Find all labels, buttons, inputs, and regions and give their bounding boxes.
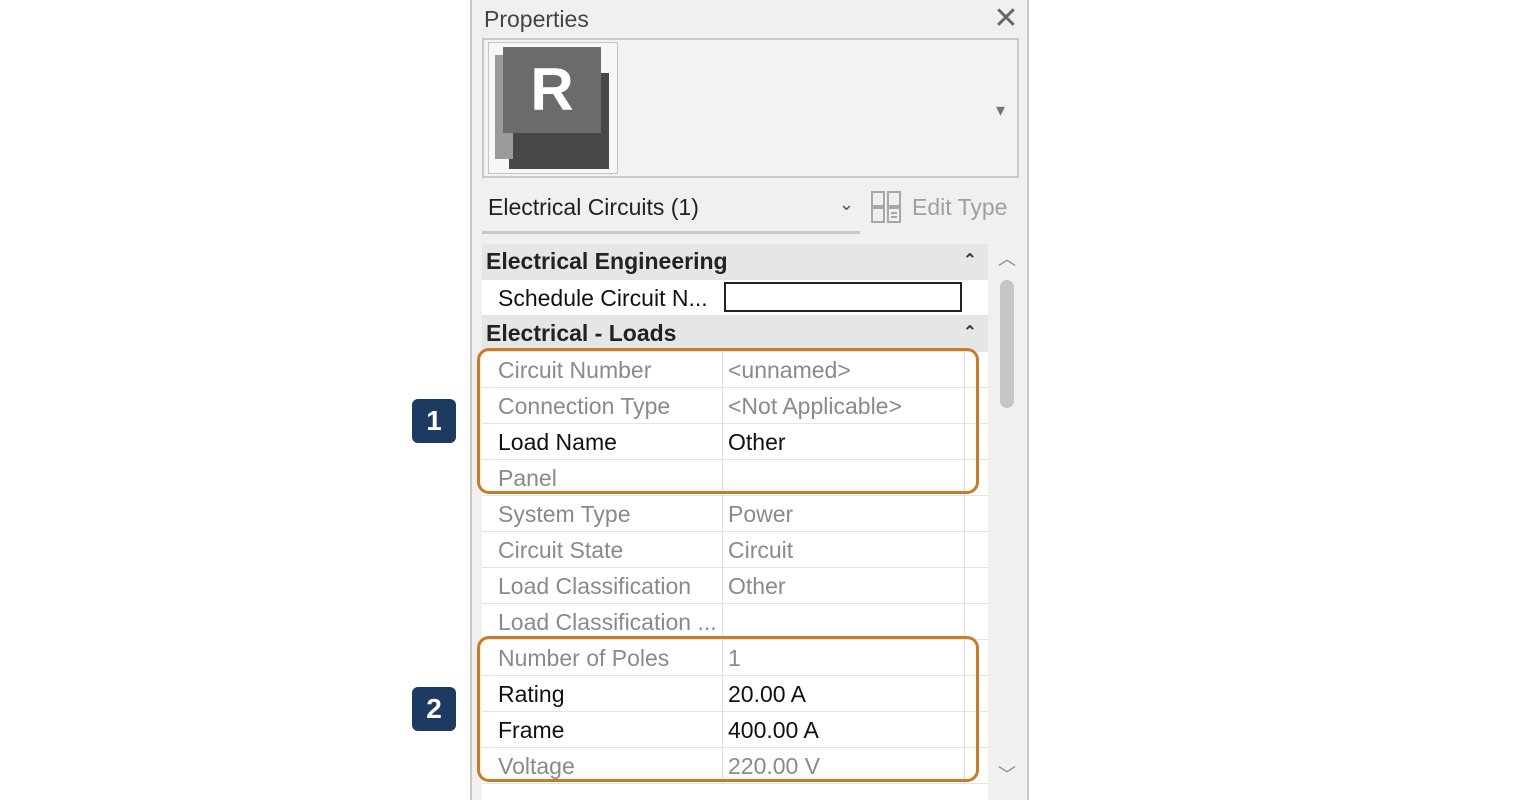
- collapse-icon[interactable]: ⌃: [960, 250, 980, 274]
- property-row-system-type[interactable]: System Type Power: [482, 496, 988, 532]
- panel-title: Properties: [484, 6, 589, 32]
- edit-type-label: Edit Type: [912, 194, 1008, 220]
- scroll-up-icon[interactable]: ︿: [992, 244, 1022, 274]
- group-label: Electrical - Loads: [486, 320, 677, 346]
- property-name: Load Classification ...: [498, 609, 717, 635]
- divider: [964, 604, 965, 640]
- scroll-down-icon[interactable]: ﹀: [992, 760, 1022, 790]
- callout-badge-2: 2: [412, 687, 456, 731]
- schedule-circuit-name-input[interactable]: [724, 282, 962, 312]
- property-value: Circuit: [728, 537, 794, 563]
- property-value: Other: [728, 573, 786, 599]
- revit-logo: R: [488, 42, 618, 174]
- divider: [964, 568, 965, 604]
- callout-badge-1: 1: [412, 399, 456, 443]
- chevron-down-icon[interactable]: ⌄: [839, 194, 854, 215]
- logo-letter: R: [503, 47, 601, 133]
- scroll-thumb[interactable]: [1000, 280, 1014, 408]
- group-header-electrical-loads[interactable]: Electrical - Loads ⌃: [482, 316, 988, 352]
- property-row-load-classification-2[interactable]: Load Classification ...: [482, 604, 988, 640]
- property-name: System Type: [498, 501, 631, 527]
- vertical-scrollbar[interactable]: ︿ ﹀: [992, 244, 1022, 800]
- divider: [722, 604, 723, 640]
- divider: [722, 496, 723, 532]
- edit-type-button[interactable]: Edit Type: [870, 186, 1020, 230]
- divider: [722, 532, 723, 568]
- property-value: Power: [728, 501, 794, 527]
- property-row-load-classification[interactable]: Load Classification Other: [482, 568, 988, 604]
- divider: [722, 568, 723, 604]
- highlight-box-1: [477, 348, 979, 494]
- divider: [964, 532, 965, 568]
- edit-type-icon: [871, 191, 901, 223]
- collapse-icon[interactable]: ⌃: [960, 322, 980, 346]
- panel-titlebar: Properties ✕: [472, 0, 1027, 38]
- group-label: Electrical Engineering: [486, 248, 728, 274]
- type-selector[interactable]: Electrical Circuits (1) ⌄: [482, 184, 860, 234]
- property-name: Schedule Circuit N...: [498, 285, 708, 311]
- type-selector-label: Electrical Circuits (1): [488, 194, 699, 220]
- type-preview[interactable]: R ▾: [482, 38, 1019, 178]
- property-row-circuit-state[interactable]: Circuit State Circuit: [482, 532, 988, 568]
- property-row-schedule-circuit-name: Schedule Circuit N...: [482, 280, 988, 316]
- divider: [964, 496, 965, 532]
- highlight-box-2: [477, 636, 979, 782]
- property-name: Load Classification: [498, 573, 692, 599]
- close-icon[interactable]: ✕: [991, 2, 1021, 36]
- group-header-electrical-engineering[interactable]: Electrical Engineering ⌃: [482, 244, 988, 280]
- preview-dropdown-icon[interactable]: ▾: [996, 100, 1005, 121]
- property-name: Circuit State: [498, 537, 624, 563]
